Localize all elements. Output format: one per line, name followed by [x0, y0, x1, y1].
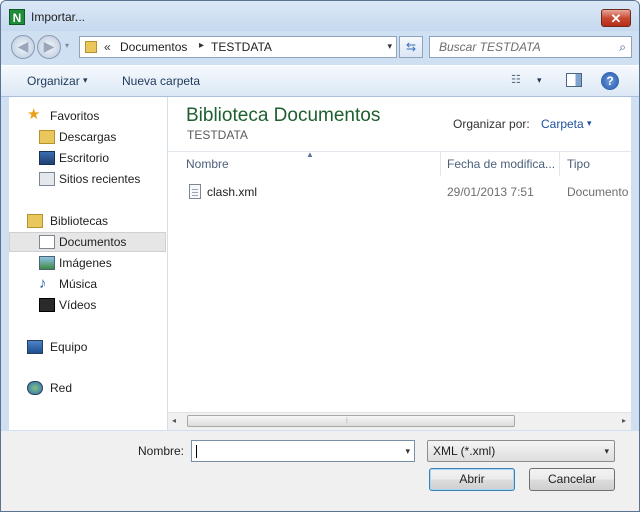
sidebar-item-label: Vídeos: [59, 298, 97, 312]
window-title: Importar...: [31, 10, 86, 24]
file-list-pane: Biblioteca Documentos TESTDATA Organizar…: [168, 97, 631, 430]
help-icon[interactable]: ?: [601, 72, 619, 90]
chevron-down-icon[interactable]: ▾: [537, 75, 542, 86]
app-icon: N: [9, 9, 25, 25]
overflow-crumb[interactable]: «: [104, 40, 111, 54]
forward-button[interactable]: ▶: [37, 35, 61, 59]
sidebar-item-label: Imágenes: [59, 256, 112, 270]
column-headers: ▲ Nombre Fecha de modifica... Tipo: [168, 150, 631, 176]
scroll-right-icon[interactable]: ▸: [622, 416, 626, 425]
recent-locations-icon[interactable]: ▾: [65, 42, 73, 50]
sidebar-item-label: Red: [50, 381, 73, 395]
xml-file-icon: [189, 184, 201, 199]
title-bar: N Importar... ✕: [1, 1, 639, 31]
cancel-button[interactable]: Cancelar: [529, 468, 615, 491]
folder-icon: [85, 41, 97, 53]
sidebar-item-label: Música: [59, 277, 98, 291]
sidebar-item-label: Descargas: [59, 130, 117, 144]
pictures-icon: [39, 256, 55, 270]
videos-icon: [39, 298, 55, 312]
breadcrumb-testdata[interactable]: TESTDATA: [211, 40, 272, 54]
arrange-by-label: Organizar por:: [453, 117, 530, 131]
column-header-name[interactable]: Nombre: [186, 157, 229, 171]
file-type: Documento: [567, 185, 629, 199]
sidebar-item-label: Sitios recientes: [59, 172, 141, 186]
sort-ascending-icon: ▲: [306, 150, 314, 159]
import-dialog: N Importar... ✕ ◀ ▶ ▾ « Documentos ▸ TES…: [0, 0, 640, 512]
dialog-footer: Nombre: ▾ XML (*.xml) ▾ Abrir Cancelar: [1, 431, 639, 511]
column-header-type[interactable]: Tipo: [567, 157, 590, 171]
sidebar-item-label: Favoritos: [50, 109, 100, 123]
library-title: Biblioteca Documentos: [186, 105, 381, 126]
desktop-icon: [39, 151, 55, 165]
table-row[interactable]: clash.xml 29/01/2013 7:51 Documento: [168, 182, 631, 202]
sidebar-item-label: Escritorio: [59, 151, 110, 165]
chevron-down-icon[interactable]: ▾: [587, 118, 592, 129]
file-name[interactable]: clash.xml: [207, 185, 257, 199]
cancel-button-label: Cancelar: [547, 472, 597, 486]
organize-button[interactable]: Organizar: [27, 74, 80, 88]
sidebar-item-label: Equipo: [50, 340, 88, 354]
address-row: ◀ ▶ ▾ « Documentos ▸ TESTDATA ▾ ⇆ Buscar…: [1, 31, 639, 63]
open-button-label: Abrir: [459, 472, 485, 486]
close-button[interactable]: ✕: [601, 9, 631, 27]
preview-pane-icon[interactable]: [566, 73, 582, 87]
download-folder-icon: [39, 130, 55, 144]
scroll-left-icon[interactable]: ◂: [172, 416, 176, 425]
documents-icon: [39, 235, 55, 249]
sidebar-item-label: Documentos: [59, 235, 127, 249]
file-date: 29/01/2013 7:51: [447, 185, 534, 199]
star-icon: ★: [27, 106, 41, 123]
file-type-value: XML (*.xml): [433, 444, 496, 458]
breadcrumb-separator[interactable]: ▸: [199, 40, 204, 51]
view-options-icon[interactable]: ☷: [511, 74, 527, 86]
file-name-field[interactable]: ▾: [191, 440, 415, 462]
network-icon: [27, 381, 43, 395]
command-bar: Organizar ▾ Nueva carpeta ☷ ▾ ?: [1, 65, 639, 97]
chevron-down-icon[interactable]: ▾: [387, 41, 392, 52]
file-type-select[interactable]: XML (*.xml) ▾: [427, 440, 615, 462]
chevron-down-icon[interactable]: ▾: [83, 75, 88, 86]
refresh-button[interactable]: ⇆: [399, 36, 423, 58]
column-divider[interactable]: [440, 152, 441, 176]
horizontal-scrollbar[interactable]: ◂ ⦙ ▸: [168, 412, 631, 430]
computer-icon: [27, 340, 43, 354]
search-icon[interactable]: ⌕: [619, 40, 626, 55]
search-placeholder: Buscar TESTDATA: [439, 40, 541, 54]
library-icon: [27, 214, 43, 228]
back-button[interactable]: ◀: [11, 35, 35, 59]
navigation-pane: ★ Favoritos Descargas Escritorio Sitios …: [9, 97, 168, 430]
breadcrumb-documentos[interactable]: Documentos: [120, 40, 187, 54]
music-icon: ♪: [39, 275, 47, 292]
scroll-thumb[interactable]: ⦙: [187, 415, 515, 427]
recent-places-icon: [39, 172, 55, 186]
column-divider[interactable]: [559, 152, 560, 176]
open-button[interactable]: Abrir: [429, 468, 515, 491]
arrange-by-dropdown[interactable]: Carpeta: [541, 117, 584, 131]
chevron-down-icon[interactable]: ▾: [405, 446, 410, 457]
library-subtitle: TESTDATA: [187, 128, 248, 142]
grip-icon: ⦙: [346, 416, 348, 425]
chevron-down-icon[interactable]: ▾: [604, 446, 609, 457]
column-header-date[interactable]: Fecha de modifica...: [447, 157, 555, 171]
search-input[interactable]: Buscar TESTDATA ⌕: [429, 36, 632, 58]
address-bar[interactable]: « Documentos ▸ TESTDATA ▾: [79, 36, 397, 58]
sidebar-item-label: Bibliotecas: [50, 214, 109, 228]
new-folder-button[interactable]: Nueva carpeta: [122, 74, 200, 88]
text-cursor: [196, 445, 197, 458]
file-name-label: Nombre:: [138, 444, 185, 458]
